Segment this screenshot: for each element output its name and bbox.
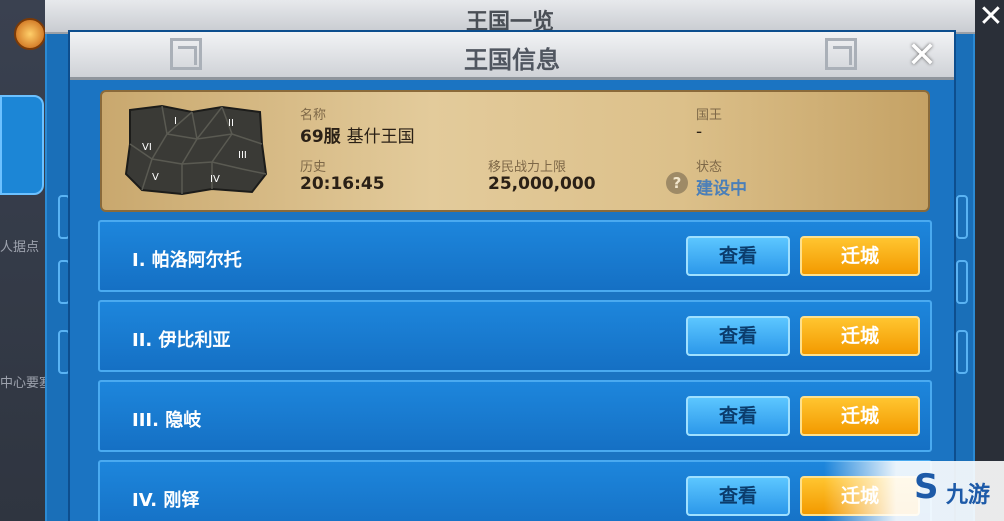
watermark-logo: S 九游 (824, 461, 1004, 521)
king-label: 国王 (696, 108, 723, 123)
region-name: I. 帕洛阿尔托 (132, 250, 242, 271)
kingdom-map-icon[interactable]: I II III IV V VI (122, 104, 268, 196)
status-label: 状态 (696, 160, 723, 175)
side-tab (956, 260, 968, 304)
map-region-label: III (238, 150, 247, 161)
king-value: - (696, 122, 703, 142)
help-icon[interactable]: ? (666, 172, 688, 194)
status-value: 建设中 (696, 179, 747, 199)
view-button[interactable]: 查看 (686, 396, 790, 436)
history-value: 20:16:45 (300, 174, 385, 194)
shield-badge-icon[interactable] (14, 18, 46, 50)
view-button[interactable]: 查看 (686, 236, 790, 276)
kingdom-info-card: I II III IV V VI 名称 69服 基什王国 历史 20:16:45… (100, 90, 930, 212)
left-background-text: 人据点 (0, 240, 40, 255)
panel-title: 王国信息 (464, 46, 560, 74)
region-row: I. 帕洛阿尔托 查看 迁城 (98, 220, 932, 292)
map-region-label: II (228, 118, 234, 129)
view-button[interactable]: 查看 (686, 316, 790, 356)
region-row: IV. 刚铎 查看 迁城 (98, 460, 932, 521)
map-region-label: VI (142, 142, 152, 153)
map-region-label: IV (210, 174, 220, 185)
panel-header: 王国信息 ✕ (70, 32, 954, 80)
kingdom-name-value: 基什王国 (346, 127, 415, 147)
map-region-label: V (152, 172, 159, 183)
view-button[interactable]: 查看 (686, 476, 790, 516)
region-name: II. 伊比利亚 (132, 330, 231, 351)
watermark-symbol: S (914, 467, 939, 507)
migration-limit-value: 25,000,000 (488, 174, 596, 194)
server-number: 69服 (300, 127, 341, 147)
region-row: II. 伊比利亚 查看 迁城 (98, 300, 932, 372)
map-region-label: I (174, 116, 177, 127)
side-tab (956, 330, 968, 374)
relocate-city-button[interactable]: 迁城 (800, 396, 920, 436)
close-icon[interactable]: ✕ (902, 36, 942, 76)
name-label: 名称 (300, 108, 327, 123)
migration-limit-label: 移民战力上限 (488, 160, 567, 175)
relocate-city-button[interactable]: 迁城 (800, 316, 920, 356)
watermark-text: 九游 (946, 483, 991, 508)
kingdom-name: 69服 基什王国 (300, 122, 415, 147)
side-tab (956, 195, 968, 239)
left-side-button[interactable] (0, 95, 44, 195)
relocate-city-button[interactable]: 迁城 (800, 236, 920, 276)
region-row: III. 隐岐 查看 迁城 (98, 380, 932, 452)
region-name: IV. 刚铎 (132, 490, 200, 511)
kingdom-info-panel: 王国信息 ✕ I II III IV V VI 名称 69服 基什王国 历史 2… (68, 30, 956, 521)
kingdom-list-close-icon[interactable]: ✕ (975, 2, 1004, 32)
region-name: III. 隐岐 (132, 410, 202, 431)
kingdom-list-header: 王国一览 ✕ (45, 0, 1004, 35)
history-label: 历史 (300, 160, 327, 175)
